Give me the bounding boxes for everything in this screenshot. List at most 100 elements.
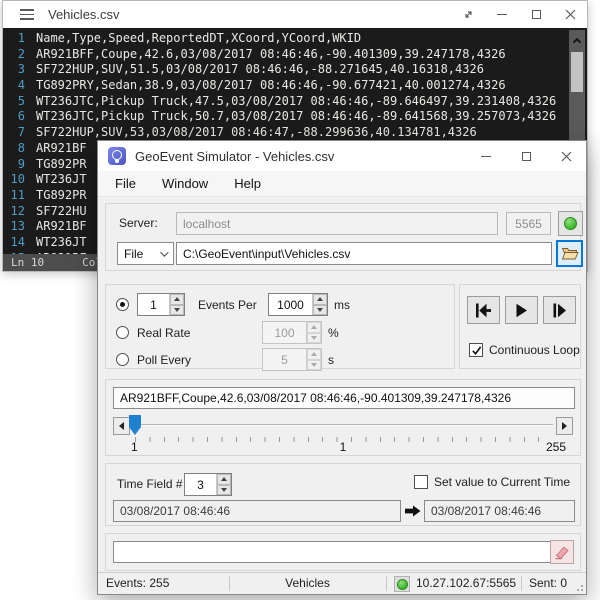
events-count-status: Events: 255: [106, 576, 169, 590]
server-port-input[interactable]: 5565: [506, 212, 551, 235]
line-number: 13: [3, 219, 25, 235]
continuous-loop-label: Continuous Loop: [489, 343, 580, 357]
minimize-icon[interactable]: [466, 141, 506, 171]
file-path-input[interactable]: C:\GeoEvent\input\Vehicles.csv: [176, 242, 552, 265]
expand-icon[interactable]: [451, 1, 485, 28]
source-type-select[interactable]: File: [117, 242, 174, 265]
real-rate-radio[interactable]: [116, 326, 129, 339]
spin-up-icon[interactable]: [217, 474, 231, 485]
menu-window[interactable]: Window: [149, 171, 221, 196]
time-field-label: Time Field #: [117, 477, 183, 491]
minimize-icon[interactable]: [485, 1, 519, 28]
real-rate-label: Real Rate: [137, 326, 262, 340]
poll-radio[interactable]: [116, 353, 129, 366]
spin-down-icon[interactable]: [307, 333, 321, 344]
csv-line: 6WT236JTC,Pickup Truck,50.7,03/08/2017 0…: [3, 109, 587, 125]
csv-line: 5WT236JTC,Pickup Truck,47.5,03/08/2017 0…: [3, 94, 587, 110]
connect-button[interactable]: [558, 211, 583, 236]
line-text: WT236JT: [36, 172, 87, 188]
fixed-rate-radio[interactable]: [116, 298, 129, 311]
interval-spinner[interactable]: 1000: [268, 293, 328, 316]
progress-bar: [113, 541, 553, 563]
line-text: Name,Type,Speed,ReportedDT,XCoord,YCoord…: [36, 31, 361, 47]
spin-down-icon[interactable]: [313, 305, 327, 316]
menubar: File Window Help: [98, 171, 586, 197]
close-icon[interactable]: [553, 1, 587, 28]
simulator-statusbar: Events: 255 Vehicles 10.27.102.67:5565 S…: [98, 572, 586, 594]
line-number: 9: [3, 157, 25, 173]
scrollbar-thumb[interactable]: [571, 52, 583, 92]
event-slider-thumb[interactable]: [129, 415, 141, 435]
set-current-time-label: Set value to Current Time: [434, 475, 570, 489]
current-event-input[interactable]: AR921BFF,Coupe,42.6,03/08/2017 08:46:46,…: [113, 387, 575, 409]
step-forward-button[interactable]: [543, 296, 576, 324]
menu-hamburger-icon[interactable]: [20, 9, 34, 19]
line-text: SF722HU: [36, 204, 87, 220]
spin-down-icon[interactable]: [307, 360, 321, 371]
interval-unit-label: ms: [334, 298, 350, 312]
scroll-up-icon[interactable]: [569, 34, 585, 46]
playback-group: Continuous Loop: [459, 284, 581, 369]
real-rate-row: Real Rate 100 %: [116, 321, 339, 344]
spin-up-icon[interactable]: [307, 322, 321, 333]
menu-file[interactable]: File: [102, 171, 149, 196]
mapped-time-input[interactable]: 03/08/2017 08:46:46: [424, 500, 575, 522]
csv-line: 1Name,Type,Speed,ReportedDT,XCoord,YCoor…: [3, 31, 587, 47]
line-text: SF722HUP,SUV,51.5,03/08/2017 08:46:46,-8…: [36, 62, 484, 78]
server-label: Server:: [119, 216, 158, 230]
event-slider-track[interactable]: [133, 424, 553, 426]
rate-group: 1 Events Per 1000 ms Real Rate 100 %: [105, 284, 455, 369]
server-host-input[interactable]: localhost: [176, 212, 498, 235]
line-number: 7: [3, 125, 25, 141]
spin-up-icon[interactable]: [313, 294, 327, 305]
event-count-spinner[interactable]: 1: [137, 293, 185, 316]
set-current-time-checkbox[interactable]: [414, 475, 428, 489]
line-number: 5: [3, 94, 25, 110]
loop-row: Continuous Loop: [469, 343, 580, 357]
slider-center-label: 1: [106, 440, 580, 454]
line-text: AR921BF: [36, 219, 87, 235]
maximize-icon[interactable]: [519, 1, 553, 28]
slider-max-label: 255: [546, 440, 566, 454]
time-field-spinner[interactable]: 3: [184, 473, 232, 496]
csv-line: 2AR921BFF,Coupe,42.6,03/08/2017 08:46:46…: [3, 47, 587, 63]
preview-group: AR921BFF,Coupe,42.6,03/08/2017 08:46:46,…: [105, 379, 581, 456]
spin-down-icon[interactable]: [170, 305, 184, 316]
close-icon[interactable]: [546, 141, 586, 171]
csv-line: 4TG892PRY,Sedan,38.9,03/08/2017 08:46:46…: [3, 78, 587, 94]
line-number: 4: [3, 78, 25, 94]
slider-right-button[interactable]: [556, 417, 573, 435]
poll-spinner[interactable]: 5: [262, 348, 322, 371]
poll-row: Poll Every 5 s: [116, 348, 334, 371]
real-rate-unit-label: %: [328, 326, 339, 340]
connection-status-led: [394, 576, 410, 592]
line-text: SF722HUP,SUV,53,03/08/2017 08:46:47,-88.…: [36, 125, 477, 141]
real-rate-spinner[interactable]: 100: [262, 321, 322, 344]
browse-file-button[interactable]: [556, 240, 583, 267]
spin-down-icon[interactable]: [217, 485, 231, 496]
resize-grip[interactable]: [574, 582, 584, 592]
check-icon: [471, 345, 482, 356]
time-field-group: Time Field # 3 Set value to Current Time…: [105, 463, 581, 526]
chevron-down-icon: [160, 248, 168, 256]
set-current-time-row: Set value to Current Time: [414, 475, 570, 489]
maximize-icon[interactable]: [506, 141, 546, 171]
line-number: 8: [3, 141, 25, 157]
desktop: Vehicles.csv 1Name,Type,Speed,ReportedDT…: [0, 0, 600, 600]
skip-to-start-button[interactable]: [467, 296, 500, 324]
clear-button[interactable]: [550, 540, 574, 564]
skip-to-start-icon: [475, 303, 492, 318]
menu-help[interactable]: Help: [221, 171, 274, 196]
play-button[interactable]: [505, 296, 538, 324]
spin-up-icon[interactable]: [307, 349, 321, 360]
green-led-icon: [397, 579, 408, 590]
event-time-input[interactable]: 03/08/2017 08:46:46: [113, 500, 401, 522]
geoevent-simulator-window: GeoEvent Simulator - Vehicles.csv File W…: [97, 140, 587, 595]
editor-titlebar: Vehicles.csv: [3, 1, 587, 28]
simulator-window-controls: [466, 141, 586, 171]
poll-label: Poll Every: [137, 353, 262, 367]
slider-left-button[interactable]: [113, 417, 130, 435]
continuous-loop-checkbox[interactable]: [469, 343, 483, 357]
line-text: AR921BFF,Coupe,42.6,03/08/2017 08:46:46,…: [36, 47, 506, 63]
spin-up-icon[interactable]: [170, 294, 184, 305]
